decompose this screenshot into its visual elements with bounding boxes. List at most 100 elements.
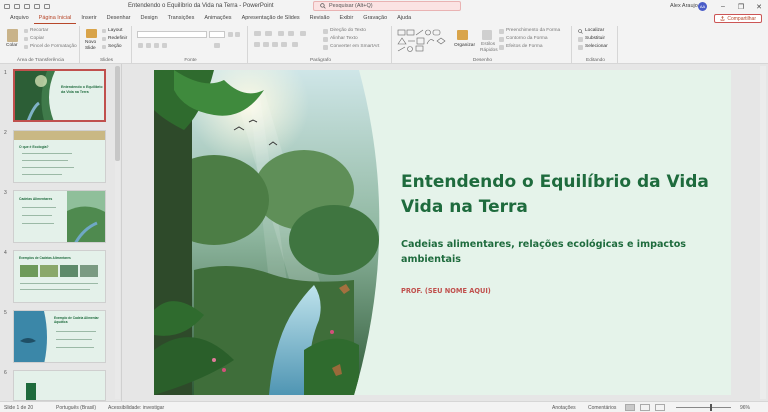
document-title: Entendendo o Equilíbrio da Vida na Terra… [128,3,274,9]
tab-arquivo[interactable]: Arquivo [5,13,34,24]
quick-styles-label-2[interactable]: Rápidos [480,48,498,53]
tab-animacoes[interactable]: Animações [199,13,236,24]
thumb-banner [14,131,105,140]
increase-indent-icon[interactable] [288,31,294,36]
slide-author[interactable]: PROF. (SEU NOME AQUI) [401,287,491,295]
shape-outline-button[interactable]: Contorno da Forma [506,36,548,41]
copy-button[interactable]: Copiar [30,36,44,41]
shape-fill-button[interactable]: Preenchimento da Forma [506,28,560,33]
quick-styles-label-1[interactable]: Estilos [481,42,495,47]
align-left-icon[interactable] [254,42,260,47]
slide-thumbnail-4[interactable]: Exemplos de Cadeias Alimentares [13,250,106,303]
paste-button[interactable]: Colar [6,43,17,48]
format-painter-icon [24,45,28,49]
thumb-text-line [22,160,68,161]
present-icon[interactable] [44,4,50,9]
normal-view-button[interactable] [625,404,635,411]
comments-button[interactable]: Comentários [588,405,616,411]
tab-gravacao[interactable]: Gravação [358,13,392,24]
accessibility-status[interactable]: Acessibilidade: investigar [108,405,164,411]
align-right-icon[interactable] [272,42,278,47]
tab-exibir[interactable]: Exibir [335,13,359,24]
slide-subtitle[interactable]: Cadeias alimentares, relações ecológicas… [401,237,721,267]
font-name-field[interactable] [137,31,207,38]
tab-transicoes[interactable]: Transições [163,13,200,24]
shrink-font-icon[interactable] [235,32,240,37]
tab-revisao[interactable]: Revisão [305,13,335,24]
slide-thumbnail-3[interactable]: Cadeias Alimentares [13,190,106,243]
tab-pagina-inicial[interactable]: Página Inicial [33,13,77,24]
notes-button[interactable]: Anotações [552,405,576,411]
smartart-button[interactable]: Converter em SmartArt [330,44,379,49]
line-spacing-icon[interactable] [300,31,306,36]
scrollbar-thumb[interactable] [115,66,120,161]
ribbon: Colar Recortar Copiar Pincel de Formataç… [0,24,768,64]
shape-effects-button[interactable]: Efeitos de Forma [506,44,543,49]
zoom-slider[interactable] [676,407,731,408]
search-box[interactable]: Pesquisar (Alt+Q) [313,1,461,11]
cut-button[interactable]: Recortar [30,28,48,33]
underline-icon[interactable] [154,43,159,48]
font-color-icon[interactable] [214,43,220,48]
restore-button[interactable]: ❐ [732,0,750,13]
thumbnail-scrollbar[interactable] [115,66,120,399]
numbering-icon[interactable] [265,31,272,36]
slide-scrollbar[interactable] [760,66,766,399]
columns-icon[interactable] [292,42,298,47]
new-slide-icon[interactable] [86,29,97,38]
tab-design[interactable]: Design [136,13,163,24]
ocean-thumb-image [14,311,47,362]
current-slide[interactable]: Entendendo o Equilíbrio da Vida Vida na … [154,70,731,395]
grow-font-icon[interactable] [228,32,233,37]
redo-icon[interactable] [34,4,40,9]
slide-sorter-button[interactable] [640,404,650,411]
reading-view-button[interactable] [655,404,665,411]
decrease-indent-icon[interactable] [278,31,284,36]
paste-icon[interactable] [7,29,18,42]
undo-icon[interactable] [24,4,30,9]
new-slide-label-1[interactable]: Novo [85,40,96,45]
arrange-icon[interactable] [457,30,468,40]
slide-title[interactable]: Entendendo o Equilíbrio da Vida Vida na … [401,170,721,220]
strikethrough-icon[interactable] [162,43,167,48]
tab-ajuda[interactable]: Ajuda [392,13,416,24]
quick-styles-icon[interactable] [482,30,492,40]
bold-icon[interactable] [138,43,143,48]
avatar[interactable]: AA [698,2,707,11]
tab-desenhar[interactable]: Desenhar [102,13,136,24]
user-name[interactable]: Alex Araujo [670,3,698,9]
italic-icon[interactable] [146,43,151,48]
justify-icon[interactable] [281,42,287,47]
shapes-gallery-icon[interactable] [397,29,449,53]
zoom-slider-handle[interactable] [710,404,712,411]
share-button[interactable]: Compartilhar [714,14,762,23]
align-center-icon[interactable] [263,42,269,47]
font-size-field[interactable] [209,31,225,38]
autosave-icon[interactable] [4,4,10,9]
bullets-icon[interactable] [254,31,261,36]
save-icon[interactable] [14,4,20,9]
format-painter-button[interactable]: Pincel de Formatação [30,44,77,49]
slide-thumbnail-1[interactable]: Entendendo o Equilíbrio da Vida na Terra [13,69,106,122]
align-text-button[interactable]: Alinhar Texto [330,36,358,41]
slide-thumbnail-5[interactable]: Exemplo de Cadeia Alimentar Aquática [13,310,106,363]
replace-button[interactable]: Substituir [585,36,605,41]
minimize-button[interactable]: – [714,0,732,13]
tab-apresentacao[interactable]: Apresentação de Slides [237,13,305,24]
find-button[interactable]: Localizar [585,28,604,33]
section-button[interactable]: Seção [108,44,122,49]
forest-river-illustration [154,70,380,395]
arrange-button[interactable]: Organizar [454,43,475,48]
slide-thumbnail-6[interactable] [13,370,106,401]
tab-inserir[interactable]: Inserir [76,13,101,24]
select-button[interactable]: Selecionar [585,44,608,49]
language-indicator[interactable]: Português (Brasil) [56,405,96,411]
text-direction-button[interactable]: Direção do Texto [330,28,366,33]
close-button[interactable]: ✕ [750,0,768,13]
landscape-thumb-image [67,191,105,242]
reset-button[interactable]: Redefinir [108,36,127,41]
new-slide-label-2[interactable]: Slide [85,46,96,51]
zoom-level[interactable]: 96% [740,405,750,411]
slide-thumbnail-2[interactable]: O que é Ecologia? [13,130,106,183]
layout-button[interactable]: Layout [108,28,122,33]
